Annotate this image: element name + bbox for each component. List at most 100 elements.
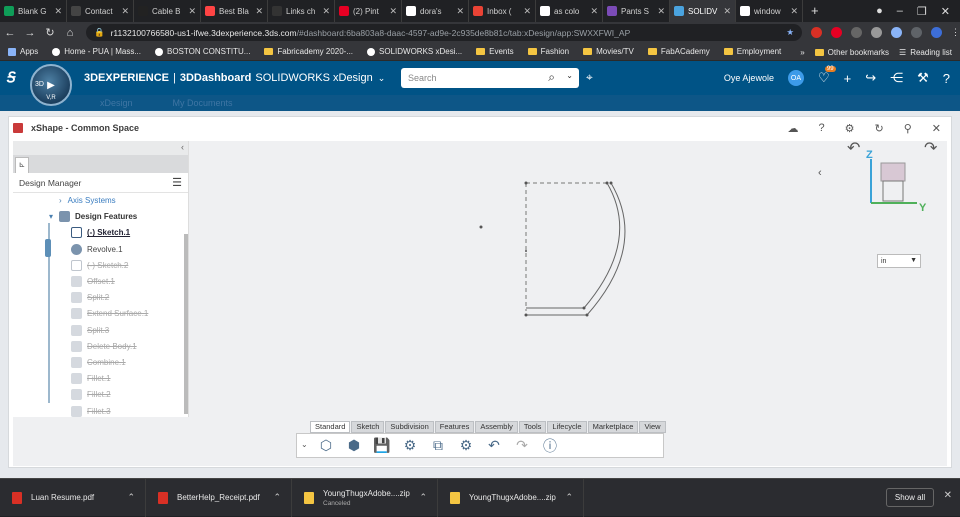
close-tab-icon[interactable]: ✕ xyxy=(590,6,598,17)
bookmark-item[interactable]: Fabricademy 2020-... xyxy=(264,47,353,56)
star-icon[interactable]: ★ xyxy=(786,27,794,38)
download-item[interactable]: Luan Resume.pdf ⌃ xyxy=(0,478,146,517)
toolbar-tab[interactable]: Tools xyxy=(518,421,547,433)
tree-scrollbar[interactable] xyxy=(184,234,188,414)
play-icon[interactable]: ▶ xyxy=(47,80,55,91)
toolbar-tab[interactable]: Features xyxy=(434,421,475,433)
new-part-icon[interactable]: ⬡ xyxy=(317,437,335,455)
chevron-down-icon[interactable]: ⌄ xyxy=(378,73,386,84)
minimize-button[interactable]: – xyxy=(897,5,903,17)
tools-icon[interactable]: ⚒ xyxy=(917,70,929,86)
tab-my-documents[interactable]: My Documents xyxy=(173,98,233,108)
view-cube[interactable] xyxy=(880,162,906,182)
copy-icon[interactable]: ⧉ xyxy=(429,437,447,455)
refresh-icon[interactable]: ↻ xyxy=(875,122,884,135)
bookmark-item[interactable]: Movies/TV xyxy=(583,47,634,56)
tree-item[interactable]: Delete Body.1 xyxy=(71,339,137,354)
extension-icon[interactable] xyxy=(851,27,862,38)
back-icon[interactable]: ← xyxy=(0,27,20,39)
reading-list[interactable]: ☰ Reading list xyxy=(899,48,952,57)
tree-tab-icon[interactable]: ⊾ xyxy=(15,157,29,173)
help-icon[interactable]: ? xyxy=(943,71,950,86)
chevron-left-icon[interactable]: ‹ xyxy=(181,142,184,152)
chevron-down-icon[interactable]: ⌄ xyxy=(566,71,573,80)
chevron-up-icon[interactable]: ⌃ xyxy=(273,492,281,503)
tree-item[interactable]: Offset.1 xyxy=(71,274,115,289)
close-tab-icon[interactable]: ✕ xyxy=(389,6,397,17)
chevron-down-icon[interactable]: ⌄ xyxy=(301,440,308,449)
chevron-up-icon[interactable]: ⌃ xyxy=(419,492,427,503)
toolbar-tab[interactable]: Subdivision xyxy=(385,421,434,433)
tree-item[interactable]: › Axis Systems xyxy=(59,193,116,208)
tree-item[interactable]: Extend Surface.1 xyxy=(71,306,148,321)
rotate-left-icon[interactable]: ↶ xyxy=(847,141,860,157)
tree-item[interactable]: Split.2 xyxy=(71,290,109,305)
toolbar-tab[interactable]: Assembly xyxy=(475,421,518,433)
chevron-right-icon[interactable]: › xyxy=(59,196,62,205)
rebuild-icon[interactable]: ⚙ xyxy=(401,437,419,455)
tree-item[interactable]: ▾ Design Features xyxy=(49,209,137,224)
help-icon[interactable]: ? xyxy=(819,122,825,134)
tree-item[interactable]: (-) Sketch.2 xyxy=(71,258,128,273)
search-input[interactable]: Search ⌕ ⌄ xyxy=(401,68,579,88)
maximize-button[interactable]: ❐ xyxy=(917,5,927,18)
chevron-up-icon[interactable]: ⌃ xyxy=(127,492,135,503)
browser-tab[interactable]: SOLIDV ✕ xyxy=(670,0,736,22)
profile-icon[interactable]: ● xyxy=(876,5,883,17)
browser-tab[interactable]: Best Bla ✕ xyxy=(201,0,268,22)
reload-icon[interactable]: ↻ xyxy=(40,26,60,39)
open-icon[interactable]: ⬢ xyxy=(345,437,363,455)
chevron-left-icon[interactable]: ‹ xyxy=(818,167,822,179)
settings-icon[interactable]: ⚙ xyxy=(457,437,475,455)
network-icon[interactable]: ⋲ xyxy=(890,70,903,86)
new-tab-button[interactable]: + xyxy=(803,0,827,22)
download-item[interactable]: YoungThugxAdobe....zip Canceled ⌃ xyxy=(292,478,438,517)
search-icon[interactable]: ⌕ xyxy=(548,70,555,85)
tree-item[interactable]: (-) Sketch.1 xyxy=(71,225,130,240)
close-tab-icon[interactable]: ✕ xyxy=(523,6,531,17)
gear-icon[interactable]: ⚙ xyxy=(845,122,855,135)
url-input[interactable]: 🔒 r1132100766580-us1-ifwe.3dexperience.3… xyxy=(86,24,802,41)
close-tab-icon[interactable]: ✕ xyxy=(322,6,330,17)
share-icon[interactable]: ↪ xyxy=(865,70,876,86)
cloud-icon[interactable]: ☁ xyxy=(788,122,799,135)
close-icon[interactable]: ✕ xyxy=(932,122,941,135)
undo-icon[interactable]: ↶ xyxy=(485,437,503,455)
browser-tab[interactable]: Blank G ✕ xyxy=(0,0,67,22)
toolbar-tab[interactable]: View xyxy=(639,421,666,433)
close-tab-icon[interactable]: ✕ xyxy=(723,6,731,17)
close-tab-icon[interactable]: ✕ xyxy=(255,6,263,17)
redo-icon[interactable]: ↷ xyxy=(513,437,531,455)
rotate-right-icon[interactable]: ↷ xyxy=(924,141,938,157)
browser-tab[interactable]: Contact ✕ xyxy=(67,0,134,22)
profile-avatar-icon[interactable] xyxy=(931,27,942,38)
bookmark-item[interactable]: Home - PUA | Mass... xyxy=(52,47,141,56)
close-tab-icon[interactable]: ✕ xyxy=(121,6,129,17)
extension-icon[interactable] xyxy=(811,27,822,38)
browser-tab[interactable]: Inbox (✕ xyxy=(469,0,536,22)
tag-icon[interactable]: ⌖ xyxy=(586,70,593,85)
tree-item[interactable]: Fillet.2 xyxy=(71,387,111,402)
tree-item[interactable]: Fillet.1 xyxy=(71,371,111,386)
pin-icon[interactable]: ⚲ xyxy=(904,122,912,135)
tree-collapse-bar[interactable]: ‹ xyxy=(13,141,188,155)
user-name[interactable]: Oye Ajewole xyxy=(724,73,774,83)
close-tab-icon[interactable]: ✕ xyxy=(790,6,798,17)
forward-icon[interactable]: → xyxy=(20,27,40,39)
browser-tab[interactable]: dora's ✕ xyxy=(402,0,469,22)
bookmark-item[interactable]: BOSTON CONSTITU... xyxy=(155,47,250,56)
rollback-handle[interactable] xyxy=(45,239,51,257)
avatar[interactable]: OA xyxy=(787,70,804,86)
home-icon[interactable]: ⌂ xyxy=(60,27,80,39)
tree-item[interactable]: Revolve.1 xyxy=(71,242,123,257)
app-name[interactable]: SOLIDWORKS xDesign xyxy=(255,72,372,84)
close-tab-icon[interactable]: ✕ xyxy=(54,6,62,17)
browser-tab[interactable]: (2) Pint ✕ xyxy=(335,0,402,22)
browser-tab[interactable]: window ✕ xyxy=(736,0,803,22)
toolbar-tab[interactable]: Lifecycle xyxy=(547,421,587,433)
tree-item[interactable]: Combine.1 xyxy=(71,355,126,370)
tree-item[interactable]: Split.3 xyxy=(71,323,109,338)
pinterest-extension-icon[interactable] xyxy=(831,27,842,38)
hamburger-menu-icon[interactable]: ☰ xyxy=(172,176,182,189)
other-bookmarks[interactable]: Other bookmarks xyxy=(814,48,889,57)
